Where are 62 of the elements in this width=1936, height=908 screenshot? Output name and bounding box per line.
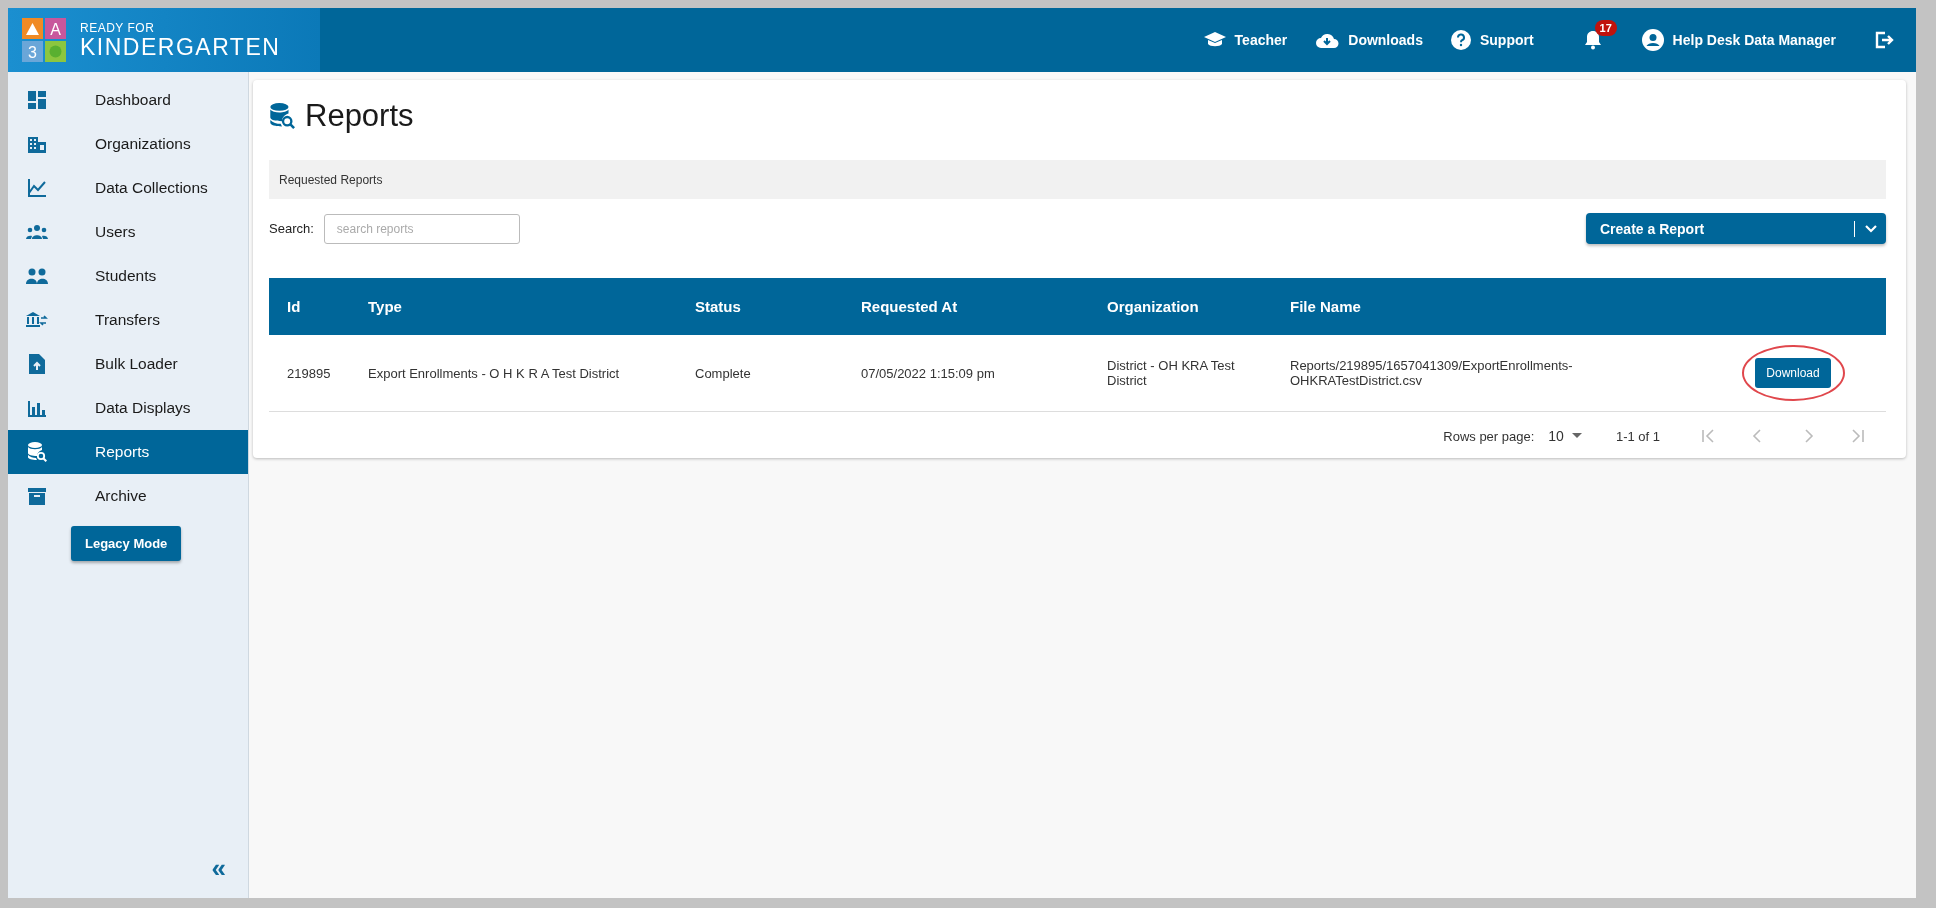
database-search-icon bbox=[27, 442, 47, 462]
logout-icon[interactable] bbox=[1874, 30, 1894, 50]
column-header: Requested At bbox=[861, 298, 958, 315]
alphabet-blocks-logo: A 3 bbox=[22, 18, 66, 62]
two-people-icon bbox=[26, 268, 48, 284]
chevron-down-icon bbox=[1864, 223, 1878, 234]
column-header: Id bbox=[287, 298, 301, 315]
last-page-icon[interactable] bbox=[1850, 428, 1866, 444]
caret-icon bbox=[1571, 433, 1582, 439]
sidebar-item[interactable]: Organizations bbox=[8, 122, 248, 166]
cloud-download-icon bbox=[1315, 31, 1340, 49]
archive-box-icon bbox=[28, 487, 46, 505]
collapse-sidebar-button[interactable]: « bbox=[211, 853, 226, 884]
bar-chart-icon bbox=[28, 399, 46, 417]
graduation-cap-icon bbox=[1203, 31, 1226, 49]
column-header: Type bbox=[368, 298, 402, 315]
column-header: Status bbox=[695, 298, 741, 315]
table-cell: 07/05/2022 1:15:09 pm bbox=[861, 365, 995, 381]
teacher-link[interactable]: Teacher bbox=[1203, 31, 1288, 49]
notification-count: 17 bbox=[1594, 20, 1617, 36]
help-icon bbox=[1450, 30, 1471, 50]
first-page-icon[interactable] bbox=[1700, 428, 1716, 444]
dashboard-icon bbox=[28, 91, 46, 109]
table-cell: Complete bbox=[695, 365, 751, 381]
column-header: File Name bbox=[1290, 298, 1361, 315]
sidebar-item[interactable]: Archive bbox=[8, 474, 248, 518]
table-cell: Reports/219895/1657041309/ExportEnrollments-OHKRATestDistrict.csv bbox=[1290, 358, 1573, 388]
downloads-link[interactable]: Downloads bbox=[1315, 31, 1423, 49]
sidebar-item[interactable]: Reports bbox=[8, 430, 248, 474]
table-cell: Export Enrollments - O H K R A Test District bbox=[368, 365, 620, 381]
download-button[interactable]: Download bbox=[1755, 358, 1831, 388]
sidebar-item[interactable]: Users bbox=[8, 210, 248, 254]
building-icon bbox=[28, 135, 46, 153]
line-chart-icon bbox=[28, 179, 46, 197]
user-menu[interactable]: Help Desk Data Manager bbox=[1641, 29, 1836, 51]
section-title: Requested Reports bbox=[279, 172, 383, 187]
group-icon bbox=[26, 224, 48, 240]
file-upload-icon bbox=[29, 354, 45, 374]
brand-tagline: READY FOR bbox=[80, 21, 156, 34]
sidebar-item[interactable]: Data Displays bbox=[8, 386, 248, 430]
sidebar-item[interactable]: Dashboard bbox=[8, 78, 248, 122]
database-search-icon bbox=[269, 103, 295, 129]
sidebar-item[interactable]: Bulk Loader bbox=[8, 342, 248, 386]
support-link[interactable]: Support bbox=[1450, 30, 1534, 50]
page-range: 1-1 of 1 bbox=[1615, 428, 1660, 444]
search-field[interactable]: search reports bbox=[323, 213, 520, 244]
brand-name: KINDERGARTEN bbox=[80, 35, 281, 59]
sidebar-item[interactable]: Students bbox=[8, 254, 248, 298]
rows-per-page-select[interactable]: 10 bbox=[1548, 428, 1582, 444]
create-report-dropdown[interactable]: Create a Report bbox=[1586, 213, 1886, 244]
page-title: Reports bbox=[305, 98, 414, 134]
user-avatar-icon bbox=[1641, 29, 1664, 51]
legacy-mode-button[interactable]: Legacy Mode bbox=[71, 526, 182, 561]
search-label: Search: bbox=[269, 221, 314, 236]
sidebar-item[interactable]: Data Collections bbox=[8, 166, 248, 210]
bell-icon[interactable] bbox=[1583, 30, 1602, 50]
table-cell: 219895 bbox=[287, 365, 331, 381]
table-cell: District - OH KRA Test District bbox=[1107, 358, 1235, 388]
rows-per-page-label: Rows per page: bbox=[1443, 428, 1535, 444]
bank-arrows-icon bbox=[26, 312, 48, 328]
sidebar-item[interactable]: Transfers bbox=[8, 298, 248, 342]
column-header: Organization bbox=[1107, 298, 1199, 315]
